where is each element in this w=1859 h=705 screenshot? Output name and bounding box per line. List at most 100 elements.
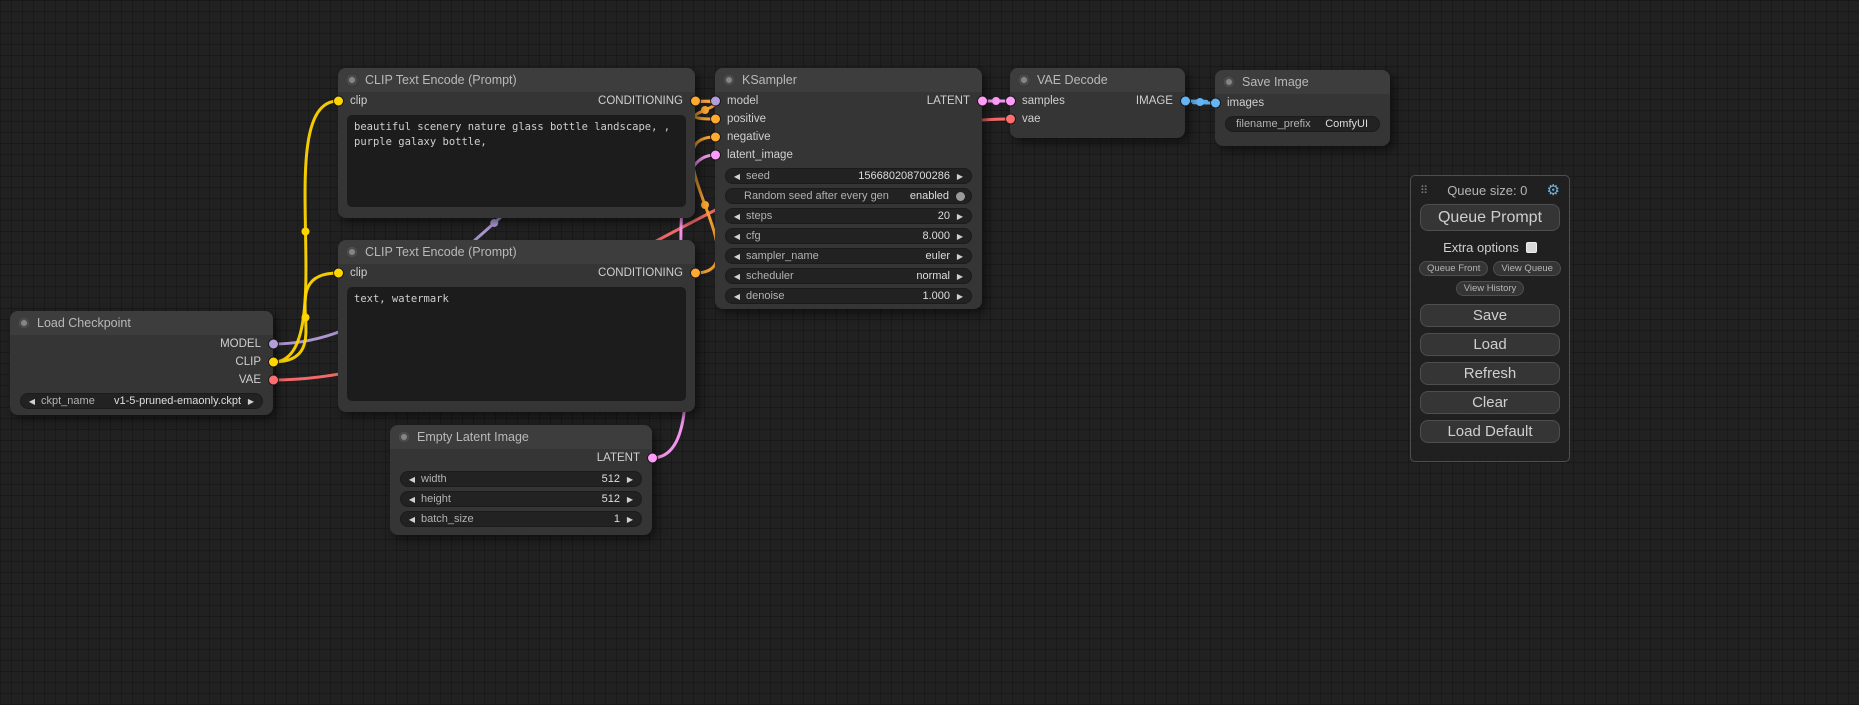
output-slot-conditioning[interactable] [691,269,700,278]
node-save-image[interactable]: Save Image images filename_prefix ComfyU… [1215,70,1390,146]
widget-label: seed [746,170,770,182]
queue-front-button[interactable]: Queue Front [1419,261,1488,276]
output-label-conditioning: CONDITIONING [598,95,683,107]
negative-prompt-textarea[interactable]: text, watermark [347,287,686,401]
input-slot-samples[interactable] [1006,97,1015,106]
queue-prompt-button[interactable]: Queue Prompt [1420,204,1560,231]
node-title: Load Checkpoint [37,316,131,330]
positive-prompt-textarea[interactable]: beautiful scenery nature glass bottle la… [347,115,686,207]
node-vae-decode[interactable]: VAE Decode samples IMAGE vae [1010,68,1185,138]
widget-value: 8.000 [922,230,950,242]
collapse-icon[interactable] [347,75,357,85]
output-slot-latent[interactable] [978,97,987,106]
denoise-widget[interactable]: ◀ denoise 1.000 ▶ [725,288,972,304]
graph-canvas[interactable]: Load Checkpoint MODEL CLIP VAE ◀ ckpt_na… [0,0,1859,705]
collapse-icon[interactable] [724,75,734,85]
input-slot-clip[interactable] [334,269,343,278]
drag-handle-icon[interactable]: ⠿ [1420,184,1428,197]
node-title-bar[interactable]: Load Checkpoint [10,311,273,335]
node-clip-text-encode-positive[interactable]: CLIP Text Encode (Prompt) clip CONDITION… [338,68,695,218]
view-queue-button[interactable]: View Queue [1493,261,1561,276]
load-default-button[interactable]: Load Default [1420,420,1560,443]
input-slot-negative[interactable] [711,133,720,142]
decrement-arrow-icon[interactable]: ◀ [732,272,742,281]
scheduler-widget[interactable]: ◀ scheduler normal ▶ [725,268,972,284]
decrement-arrow-icon[interactable]: ◀ [732,212,742,221]
increment-arrow-icon[interactable]: ▶ [955,232,965,241]
increment-arrow-icon[interactable]: ▶ [246,397,256,406]
input-label-samples: samples [1022,95,1065,107]
gear-icon[interactable]: ⚙ [1547,181,1560,199]
queue-buttons-row: Queue Front View Queue [1420,261,1560,276]
node-load-checkpoint[interactable]: Load Checkpoint MODEL CLIP VAE ◀ ckpt_na… [10,311,273,415]
collapse-icon[interactable] [347,247,357,257]
decrement-arrow-icon[interactable]: ◀ [732,292,742,301]
node-title-bar[interactable]: KSampler [715,68,982,92]
node-title: CLIP Text Encode (Prompt) [365,73,517,87]
input-slot-positive[interactable] [711,115,720,124]
increment-arrow-icon[interactable]: ▶ [955,252,965,261]
output-slot-vae[interactable] [269,376,278,385]
output-slot-model[interactable] [269,340,278,349]
node-title-bar[interactable]: CLIP Text Encode (Prompt) [338,68,695,92]
width-widget[interactable]: ◀ width 512 ▶ [400,471,642,487]
decrement-arrow-icon[interactable]: ◀ [732,232,742,241]
link-midpoint-dot [992,97,1000,105]
link-midpoint-dot [302,314,310,322]
input-slot-images[interactable] [1211,99,1220,108]
filename-prefix-widget[interactable]: filename_prefix ComfyUI [1225,116,1380,132]
random-seed-toggle-widget[interactable]: Random seed after every gen enabled [725,188,972,204]
ckpt-name-widget[interactable]: ◀ ckpt_name v1-5-pruned-emaonly.ckpt ▶ [20,393,263,409]
extra-options-checkbox[interactable] [1526,242,1537,253]
increment-arrow-icon[interactable]: ▶ [955,172,965,181]
decrement-arrow-icon[interactable]: ◀ [407,495,417,504]
input-label-clip: clip [350,267,367,279]
collapse-icon[interactable] [19,318,29,328]
node-ksampler[interactable]: KSampler model LATENT positive negative … [715,68,982,309]
collapse-icon[interactable] [1019,75,1029,85]
steps-widget[interactable]: ◀ steps 20 ▶ [725,208,972,224]
node-empty-latent-image[interactable]: Empty Latent Image LATENT ◀ width 512 ▶ … [390,425,652,535]
decrement-arrow-icon[interactable]: ◀ [407,515,417,524]
cfg-widget[interactable]: ◀ cfg 8.000 ▶ [725,228,972,244]
input-label-vae: vae [1022,113,1041,125]
clear-button[interactable]: Clear [1420,391,1560,414]
node-title-bar[interactable]: Save Image [1215,70,1390,94]
decrement-arrow-icon[interactable]: ◀ [27,397,37,406]
widget-value: normal [916,270,950,282]
increment-arrow-icon[interactable]: ▶ [625,495,635,504]
input-slot-clip[interactable] [334,97,343,106]
decrement-arrow-icon[interactable]: ◀ [732,252,742,261]
collapse-icon[interactable] [399,432,409,442]
node-clip-text-encode-negative[interactable]: CLIP Text Encode (Prompt) clip CONDITION… [338,240,695,412]
batch-size-widget[interactable]: ◀ batch_size 1 ▶ [400,511,642,527]
decrement-arrow-icon[interactable]: ◀ [407,475,417,484]
view-history-button[interactable]: View History [1456,281,1525,296]
widget-value: 1 [614,513,620,525]
input-slot-latent-image[interactable] [711,151,720,160]
seed-widget[interactable]: ◀ seed 156680208700286 ▶ [725,168,972,184]
decrement-arrow-icon[interactable]: ◀ [732,172,742,181]
widget-value: v1-5-pruned-emaonly.ckpt [114,395,241,407]
output-slot-clip[interactable] [269,358,278,367]
increment-arrow-icon[interactable]: ▶ [955,212,965,221]
node-title-bar[interactable]: CLIP Text Encode (Prompt) [338,240,695,264]
input-slot-vae[interactable] [1006,115,1015,124]
output-slot-conditioning[interactable] [691,97,700,106]
save-button[interactable]: Save [1420,304,1560,327]
refresh-button[interactable]: Refresh [1420,362,1560,385]
output-slot-image[interactable] [1181,97,1190,106]
load-button[interactable]: Load [1420,333,1560,356]
increment-arrow-icon[interactable]: ▶ [625,515,635,524]
increment-arrow-icon[interactable]: ▶ [955,272,965,281]
increment-arrow-icon[interactable]: ▶ [955,292,965,301]
node-title-bar[interactable]: Empty Latent Image [390,425,652,449]
toggle-dot-icon[interactable] [956,192,965,201]
sampler-name-widget[interactable]: ◀ sampler_name euler ▶ [725,248,972,264]
node-title-bar[interactable]: VAE Decode [1010,68,1185,92]
output-slot-latent[interactable] [648,454,657,463]
input-slot-model[interactable] [711,97,720,106]
increment-arrow-icon[interactable]: ▶ [625,475,635,484]
collapse-icon[interactable] [1224,77,1234,87]
height-widget[interactable]: ◀ height 512 ▶ [400,491,642,507]
